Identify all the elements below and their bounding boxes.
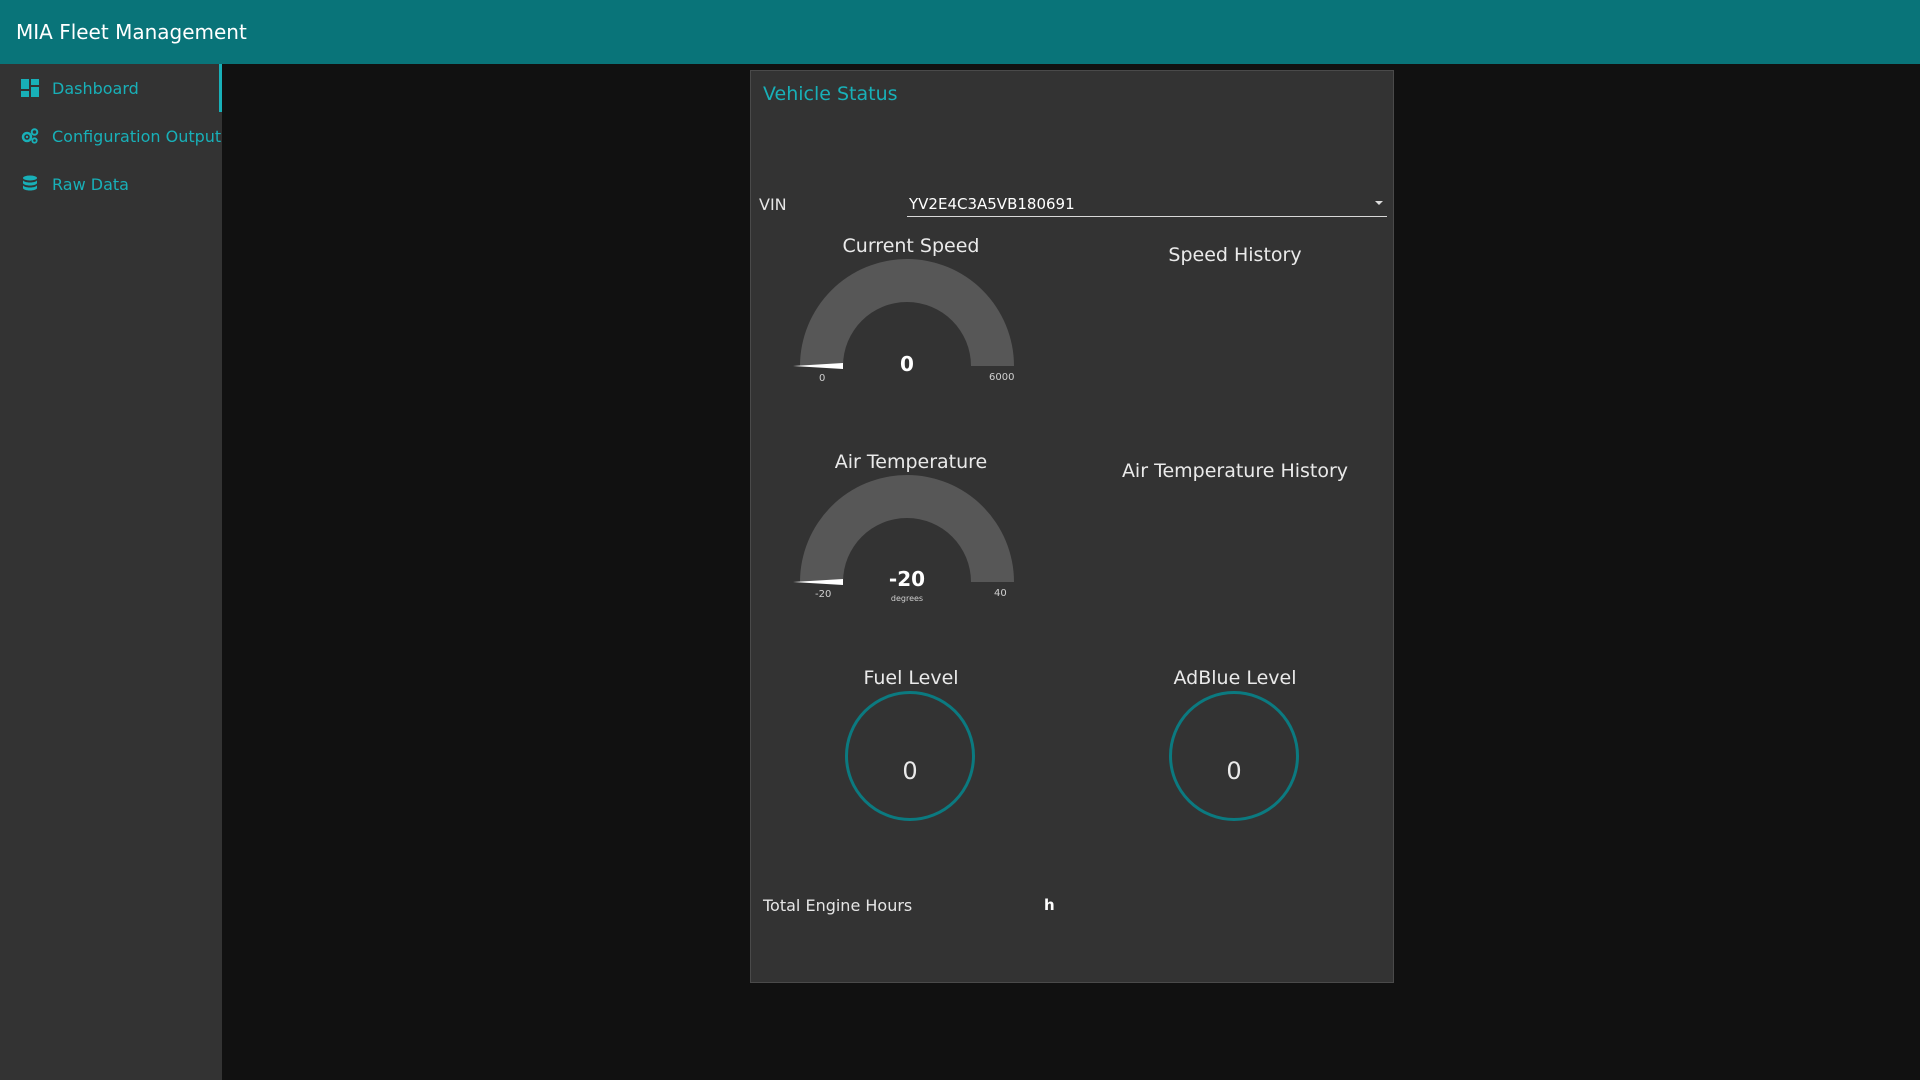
sidebar-item-label: Raw Data bbox=[52, 174, 129, 194]
vin-select[interactable]: YV2E4C3A5VB180691 bbox=[907, 189, 1387, 217]
engine-hours-unit: h bbox=[1044, 896, 1055, 914]
vin-value: YV2E4C3A5VB180691 bbox=[909, 195, 1075, 213]
fuel-value: 0 bbox=[902, 757, 918, 785]
app-title: MIA Fleet Management bbox=[16, 20, 247, 44]
panel-title: Vehicle Status bbox=[763, 83, 898, 105]
air-temp-gauge: -20 degrees -20 40 bbox=[787, 472, 1027, 612]
sidebar-item-label: Configuration Output bbox=[52, 126, 222, 146]
air-temp-title: Air Temperature bbox=[834, 451, 988, 473]
air-temp-history-title: Air Temperature History bbox=[1121, 460, 1349, 482]
adblue-title: AdBlue Level bbox=[1173, 667, 1297, 689]
vehicle-status-panel: Vehicle Status VIN YV2E4C3A5VB180691 Cur… bbox=[750, 70, 1394, 983]
vin-label: VIN bbox=[759, 195, 787, 214]
sidebar-item-dashboard[interactable]: Dashboard bbox=[0, 64, 222, 112]
fuel-title: Fuel Level bbox=[863, 667, 959, 689]
fuel-ring bbox=[845, 691, 975, 821]
adblue-ring bbox=[1169, 691, 1299, 821]
top-bar: MIA Fleet Management bbox=[0, 0, 1920, 64]
engine-hours-label: Total Engine Hours bbox=[763, 896, 913, 915]
sidebar: Dashboard Configuration Output Raw Data bbox=[0, 64, 222, 1080]
sidebar-item-configuration-output[interactable]: Configuration Output bbox=[0, 112, 222, 160]
database-icon bbox=[20, 174, 40, 194]
speed-min: 0 bbox=[819, 373, 826, 384]
dashboard-icon bbox=[20, 78, 40, 98]
speed-history-title: Speed History bbox=[1168, 244, 1302, 266]
air-temp-value: -20 bbox=[888, 567, 926, 591]
adblue-value: 0 bbox=[1226, 757, 1242, 785]
speed-title: Current Speed bbox=[842, 235, 980, 257]
sidebar-item-raw-data[interactable]: Raw Data bbox=[0, 160, 222, 208]
air-temp-min: -20 bbox=[815, 589, 832, 600]
speed-gauge: 0 0 6000 bbox=[787, 256, 1027, 396]
air-temp-max: 40 bbox=[994, 588, 1007, 599]
speed-max: 6000 bbox=[989, 372, 1015, 383]
gears-icon bbox=[20, 126, 40, 146]
sidebar-item-label: Dashboard bbox=[52, 78, 139, 98]
chevron-down-icon bbox=[1375, 201, 1383, 205]
